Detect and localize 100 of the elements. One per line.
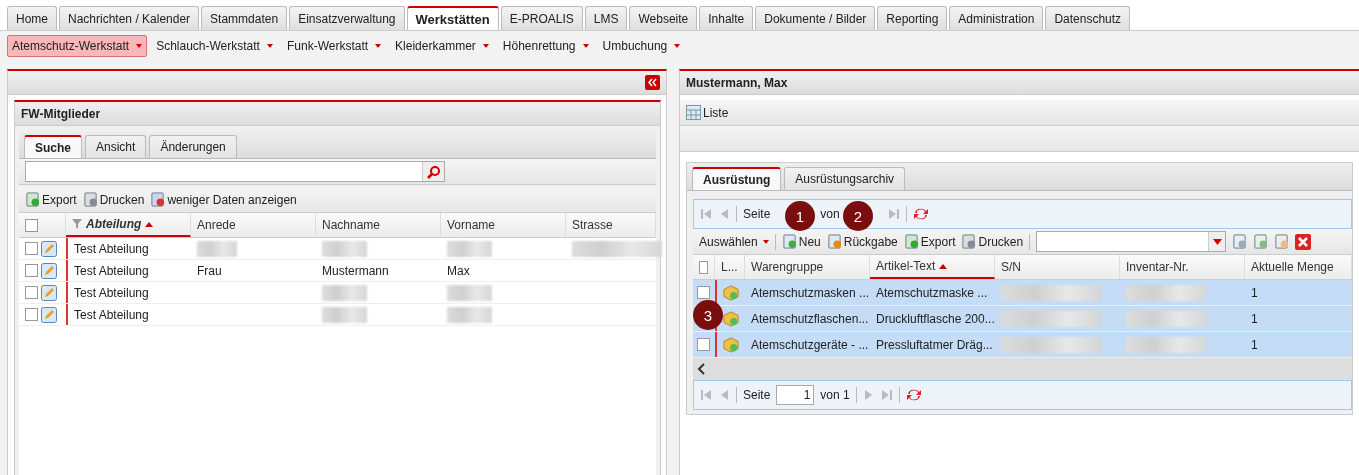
table-row[interactable]: Atemschutzgeräte - ... Pressluftatmer Dräg... 1 (693, 332, 1352, 358)
first-page-icon[interactable] (700, 208, 712, 220)
refresh-icon[interactable] (905, 388, 922, 402)
menu-item[interactable]: Kleiderkammer (390, 35, 494, 57)
edit-icon[interactable] (41, 262, 57, 279)
first-page-icon[interactable] (700, 389, 712, 401)
main-tab[interactable]: Datenschutz (1045, 6, 1131, 30)
main-tab[interactable]: Reporting (877, 6, 948, 30)
select-all-checkbox[interactable] (699, 260, 708, 274)
table-cell: Frau (197, 263, 222, 278)
menu-item[interactable]: Atemschutz-Werkstatt (7, 35, 148, 57)
row-checkbox[interactable] (25, 286, 38, 299)
search-field[interactable] (25, 161, 445, 182)
table-cell: Druckluftflasche 200... (876, 311, 995, 326)
table-cell: Test Abteilung (74, 241, 149, 256)
main-tab[interactable]: Stammdaten (201, 6, 288, 30)
panel-title: Mustermann, Max (680, 71, 1359, 95)
horizontal-scrollbar[interactable] (693, 358, 1352, 380)
filter-icon (72, 219, 82, 229)
main-tab[interactable]: LMS (584, 6, 628, 30)
main-tab[interactable]: Einsatzverwaltung (289, 6, 405, 30)
dropdown-arrow-icon (1212, 238, 1222, 245)
menu-item[interactable]: Funk-Werkstatt (281, 35, 387, 57)
row-checkbox[interactable] (697, 338, 710, 351)
page-field[interactable]: 1 (776, 385, 815, 405)
table-cell: 1 (1251, 285, 1258, 300)
menu-item[interactable]: Schlauch-Werkstatt (151, 35, 278, 57)
edit-icon[interactable] (41, 306, 57, 323)
row-checkbox[interactable] (25, 242, 38, 255)
list-button[interactable]: Liste (686, 105, 729, 120)
table-cell: Test Abteilung (74, 263, 149, 278)
row-checkbox[interactable] (25, 308, 38, 321)
column-header[interactable]: Strasse (566, 213, 656, 237)
blurred-value (322, 306, 367, 323)
table-cell: Test Abteilung (74, 307, 149, 322)
main-tab[interactable]: Dokumente / Bilder (755, 6, 876, 30)
edit-icon[interactable] (41, 284, 57, 301)
refresh-icon[interactable] (912, 207, 929, 221)
toolbar-button[interactable]: Drucken (961, 234, 1024, 249)
edit-icon[interactable] (41, 240, 57, 257)
tab[interactable]: Ansicht (85, 135, 147, 158)
main-tab[interactable]: Home (7, 6, 57, 30)
filter-dropdown[interactable] (1036, 231, 1227, 252)
blurred-value (197, 240, 237, 257)
column-header[interactable]: Nachname (316, 213, 441, 237)
tab[interactable]: Suche (24, 135, 82, 158)
toolbar-button[interactable]: Export (25, 192, 77, 207)
toolbar-button[interactable]: Rückgabe (826, 234, 898, 249)
table-cell: 1 (1251, 337, 1258, 352)
table-row[interactable]: Test Abteilung (19, 282, 656, 304)
main-tab[interactable]: Administration (949, 6, 1044, 30)
page-label: Seite (743, 207, 771, 221)
select-menu[interactable]: Auswählen (699, 234, 769, 249)
row-checkbox[interactable] (25, 264, 38, 277)
document-icon (1274, 234, 1290, 249)
page-count: von (820, 207, 840, 221)
menu-item[interactable]: Höhenrettung (497, 35, 594, 57)
column-header[interactable]: S/N (995, 255, 1120, 279)
package-icon (723, 309, 739, 328)
toolbar-button[interactable]: Drucken (82, 192, 145, 207)
column-header[interactable]: Inventar-Nr. (1120, 255, 1245, 279)
table-cell: Atemschutzflaschen... (751, 311, 869, 326)
search-icon (426, 164, 441, 179)
row-checkbox[interactable] (697, 286, 710, 299)
menu-item[interactable]: Umbuchung (597, 35, 686, 57)
table-cell: 1 (1251, 311, 1258, 326)
blurred-value (322, 284, 367, 301)
toolbar-button[interactable]: Neu (781, 234, 821, 249)
package-icon (723, 283, 739, 302)
column-header[interactable]: Vorname (441, 213, 566, 237)
main-tab[interactable]: Webseite (629, 6, 698, 30)
table-row[interactable]: Atemschutzmasken ... Atemschutzmaske ... 1 (693, 280, 1352, 306)
collapse-button[interactable] (645, 75, 660, 90)
scroll-left-icon[interactable] (697, 363, 705, 375)
column-header[interactable]: Aktuelle Menge (1245, 255, 1352, 279)
table-cell: Test Abteilung (74, 285, 149, 300)
table-row[interactable]: Test Abteilung (19, 304, 656, 326)
tab[interactable]: Ausrüstungsarchiv (784, 167, 906, 190)
table-cell: Atemschutzmasken ... (751, 285, 870, 300)
last-page-icon[interactable] (880, 389, 893, 401)
table-row[interactable]: Test Abteilung Frau Mustermann Max (19, 260, 656, 282)
table-cell: Atemschutzgeräte - ... (751, 337, 869, 352)
blurred-value (447, 240, 492, 257)
toolbar-button[interactable]: weniger Daten anzeigen (150, 192, 297, 207)
tab[interactable]: Ausrüstung (692, 167, 782, 190)
select-all-checkbox[interactable] (25, 218, 38, 232)
main-tab[interactable]: E-PROALIS (500, 6, 583, 30)
column-header[interactable]: Warengruppe (745, 255, 870, 279)
column-header[interactable]: L... (715, 255, 745, 279)
blurred-value (447, 306, 492, 323)
toolbar-button[interactable]: Export (903, 234, 956, 249)
main-tab[interactable]: Werkstätten (406, 6, 499, 30)
document-icon (150, 192, 166, 207)
main-tab[interactable]: Nachrichten / Kalender (59, 6, 200, 30)
delete-icon[interactable] (1295, 233, 1312, 250)
tab[interactable]: Änderungen (149, 135, 237, 158)
main-tab[interactable]: Inhalte (699, 6, 754, 30)
table-icon (686, 105, 701, 120)
column-header[interactable]: Anrede (191, 213, 316, 237)
last-page-icon[interactable] (887, 208, 900, 220)
